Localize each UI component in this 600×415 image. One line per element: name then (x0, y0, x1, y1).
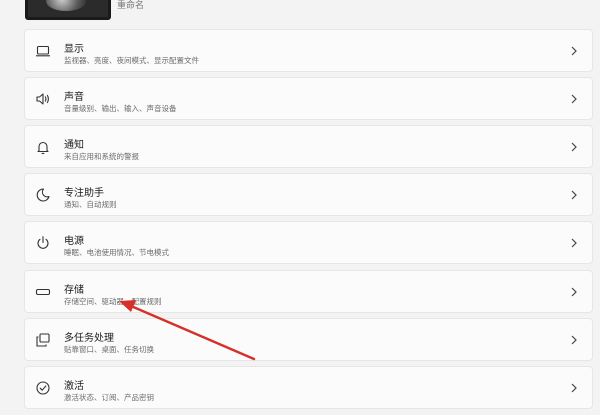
speaker-icon (35, 91, 51, 107)
chevron-right-icon (570, 286, 578, 298)
settings-item-description: 来自应用和系统的警报 (64, 152, 139, 161)
settings-item-description: 音量级别、输出、输入、声音设备 (64, 104, 177, 113)
multitask-icon (35, 332, 51, 348)
chevron-right-icon (570, 237, 578, 249)
settings-item-multitasking[interactable]: 多任务处理 贴靠窗口、桌面、任务切换 (24, 318, 593, 361)
settings-item-power[interactable]: 电源 睡眠、电池使用情况、节电模式 (24, 221, 593, 264)
settings-item-description: 通知、自动规则 (64, 200, 117, 209)
settings-item-sound[interactable]: 声音 音量级别、输出、输入、声音设备 (24, 77, 593, 120)
power-icon (35, 235, 51, 251)
settings-item-description: 激活状态、订阅、产品密钥 (64, 393, 154, 402)
settings-item-title: 电源 (64, 236, 84, 247)
settings-item-title: 激活 (64, 381, 84, 392)
storage-icon (35, 284, 51, 300)
moon-icon (35, 187, 51, 203)
settings-item-description: 睡眠、电池使用情况、节电模式 (64, 248, 169, 257)
chevron-right-icon (570, 382, 578, 394)
settings-item-title: 多任务处理 (64, 333, 114, 344)
settings-item-storage[interactable]: 存储 存储空间、驱动器、配置规则 (24, 270, 593, 313)
settings-item-activation[interactable]: 激活 激活状态、订阅、产品密钥 (24, 366, 593, 409)
settings-item-title: 通知 (64, 140, 84, 151)
monitor-icon (35, 43, 51, 59)
bell-icon (35, 139, 51, 155)
chevron-right-icon (570, 141, 578, 153)
settings-item-title: 声音 (64, 92, 84, 103)
chevron-right-icon (570, 334, 578, 346)
settings-item-title: 存储 (64, 285, 84, 296)
settings-item-description: 存储空间、驱动器、配置规则 (64, 297, 162, 306)
settings-item-display[interactable]: 显示 监视器、亮度、夜间模式、显示配置文件 (24, 29, 593, 72)
chevron-right-icon (570, 189, 578, 201)
account-avatar (25, 0, 111, 20)
settings-item-title: 专注助手 (64, 188, 104, 199)
activation-icon (35, 380, 51, 396)
settings-item-description: 监视器、亮度、夜间模式、显示配置文件 (64, 56, 199, 65)
chevron-right-icon (570, 93, 578, 105)
settings-item-title: 显示 (64, 44, 84, 55)
settings-item-focus-assist[interactable]: 专注助手 通知、自动规则 (24, 173, 593, 216)
rename-link[interactable]: 重命名 (117, 0, 144, 11)
settings-item-notifications[interactable]: 通知 来自应用和系统的警报 (24, 125, 593, 168)
settings-item-description: 贴靠窗口、桌面、任务切换 (64, 345, 154, 354)
chevron-right-icon (570, 45, 578, 57)
